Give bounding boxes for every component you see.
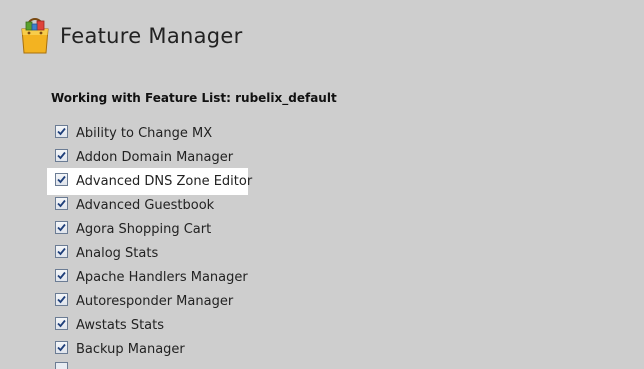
feature-checkbox[interactable] [55, 244, 68, 258]
shopping-bag-icon [21, 18, 49, 54]
feature-checkbox[interactable] [55, 268, 68, 282]
feature-label: Backup Manager [76, 341, 185, 357]
feature-checkbox[interactable] [55, 292, 68, 306]
feature-label: Autoresponder Manager [76, 293, 234, 309]
feature-item-addon-domain-manager[interactable]: Addon Domain Manager [0, 145, 252, 169]
feature-list-heading: Working with Feature List: rubelix_defau… [51, 91, 337, 105]
feature-list: Ability to Change MX Addon Domain Manage… [0, 121, 252, 361]
feature-label: Agora Shopping Cart [76, 221, 212, 237]
feature-item-analog-stats[interactable]: Analog Stats [0, 241, 252, 265]
checkmark-icon [57, 295, 66, 303]
checkmark-icon [57, 247, 66, 255]
checkmark-icon [57, 223, 66, 231]
feature-item-advanced-guestbook[interactable]: Advanced Guestbook [0, 193, 252, 217]
feature-item-agora-shopping-cart[interactable]: Agora Shopping Cart [0, 217, 252, 241]
checkmark-icon [57, 319, 66, 327]
feature-item-advanced-dns-zone-editor[interactable]: Advanced DNS Zone Editor [0, 168, 253, 195]
checkmark-icon [57, 343, 66, 351]
feature-label: Advanced DNS Zone Editor [76, 173, 253, 189]
feature-checkbox[interactable] [55, 148, 68, 162]
feature-item-backup-manager[interactable]: Backup Manager [0, 337, 252, 361]
checkmark-icon [57, 151, 66, 159]
feature-checkbox[interactable] [55, 124, 68, 138]
feature-checkbox[interactable] [55, 340, 68, 354]
feature-item-autoresponder-manager[interactable]: Autoresponder Manager [0, 289, 252, 313]
checkmark-icon [57, 271, 66, 279]
feature-checkbox[interactable] [55, 220, 68, 234]
page-title: Feature Manager [60, 24, 243, 48]
partial-checkbox-cut-off[interactable] [55, 362, 68, 369]
checkmark-icon [57, 127, 66, 135]
feature-item-ability-to-change-mx[interactable]: Ability to Change MX [0, 121, 252, 145]
feature-label: Ability to Change MX [76, 125, 213, 141]
feature-item-apache-handlers-manager[interactable]: Apache Handlers Manager [0, 265, 252, 289]
checkmark-icon [57, 175, 66, 183]
feature-checkbox[interactable] [55, 196, 68, 210]
feature-label: Advanced Guestbook [76, 197, 215, 213]
checkmark-icon [57, 199, 66, 207]
feature-checkbox[interactable] [55, 316, 68, 330]
feature-item-awstats-stats[interactable]: Awstats Stats [0, 313, 252, 337]
feature-label: Analog Stats [76, 245, 159, 261]
feature-label: Awstats Stats [76, 317, 165, 333]
page-header: Feature Manager [18, 18, 243, 54]
feature-label: Apache Handlers Manager [76, 269, 248, 285]
feature-checkbox[interactable] [55, 172, 68, 186]
feature-label: Addon Domain Manager [76, 149, 234, 165]
